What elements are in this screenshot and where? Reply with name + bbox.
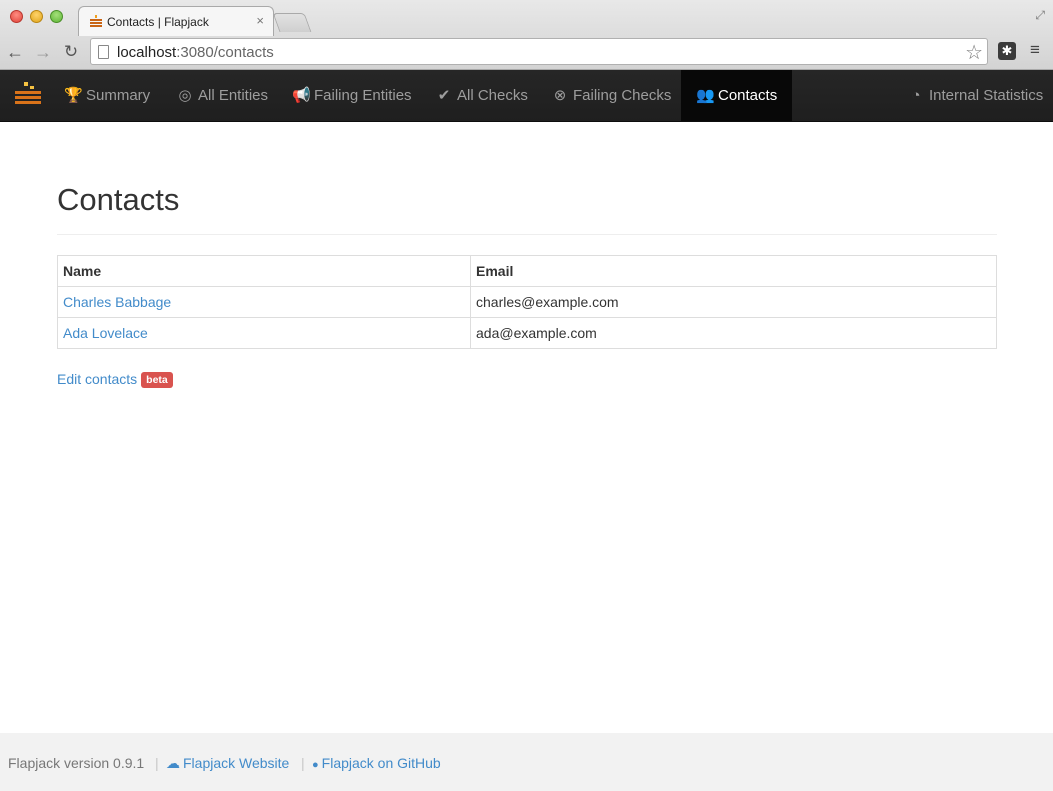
new-tab-button[interactable] bbox=[272, 13, 312, 32]
contact-name-link[interactable]: Charles Babbage bbox=[63, 294, 171, 310]
back-button[interactable]: ← bbox=[4, 41, 26, 63]
flapjack-website-link[interactable]: Flapjack Website bbox=[183, 755, 289, 771]
nav-failing-checks-label: Failing Checks bbox=[573, 87, 672, 104]
nav-contacts[interactable]: 👥 Contacts bbox=[681, 70, 792, 121]
column-header-name: Name bbox=[57, 255, 471, 287]
version-text: Flapjack version 0.9.1 bbox=[8, 755, 145, 771]
beta-badge: beta bbox=[141, 372, 173, 388]
contact-email-cell: ada@example.com bbox=[470, 317, 997, 349]
url-host: localhost bbox=[117, 44, 177, 61]
trophy-icon: 🏆 bbox=[64, 87, 83, 104]
fullscreen-icon[interactable]: ⤢ bbox=[1035, 8, 1045, 23]
check-circle-icon: ✔ bbox=[437, 87, 451, 104]
browser-tab-contacts[interactable]: Contacts | Flapjack × bbox=[78, 6, 274, 36]
footer-separator: | bbox=[155, 755, 159, 771]
top-navbar: 🏆 Summary ◎ All Entities 📢 Failing Entities… bbox=[0, 70, 1053, 122]
nav-contacts-label: Contacts bbox=[718, 87, 778, 104]
contact-email-cell: charles@example.com bbox=[470, 286, 997, 318]
nav-failing-entities[interactable]: 📢 Failing Entities bbox=[292, 70, 412, 121]
address-bar[interactable]: localhost:3080/contacts ☆ bbox=[90, 38, 988, 65]
browser-chrome: Contacts | Flapjack × ⤢ ← → ↻ localhost:… bbox=[0, 0, 1053, 70]
tab-title: Contacts | Flapjack bbox=[107, 15, 209, 29]
nav-summary-label: Summary bbox=[86, 87, 151, 104]
browser-menu-icon[interactable]: ≡ bbox=[1030, 40, 1040, 60]
page-icon bbox=[98, 45, 109, 59]
github-icon: ● bbox=[312, 759, 319, 771]
close-window-button[interactable] bbox=[10, 10, 23, 23]
tab-close-icon[interactable]: × bbox=[256, 13, 264, 28]
bookmark-star-icon[interactable]: ☆ bbox=[965, 40, 983, 65]
table-row: Ada Lovelace ada@example.com bbox=[57, 317, 997, 349]
footer-separator: | bbox=[301, 755, 305, 771]
flapjack-github-link[interactable]: Flapjack on GitHub bbox=[322, 755, 441, 771]
nav-failing-entities-label: Failing Entities bbox=[314, 87, 412, 104]
x-circle-icon: ⊗ bbox=[553, 87, 567, 104]
reload-button[interactable]: ↻ bbox=[60, 41, 82, 63]
nav-all-entities[interactable]: ◎ All Entities bbox=[176, 70, 268, 121]
page-footer: Flapjack version 0.9.1 | ☁ Flapjack Websi… bbox=[0, 733, 1053, 791]
contact-name-cell: Charles Babbage bbox=[57, 286, 471, 318]
extension-icon[interactable]: ✱ bbox=[998, 42, 1016, 60]
table-row: Charles Babbage charles@example.com bbox=[57, 286, 997, 318]
dashboard-icon: ◔ bbox=[911, 87, 921, 104]
flapjack-favicon-icon bbox=[90, 15, 102, 27]
forward-button[interactable]: → bbox=[32, 41, 54, 63]
column-header-email: Email bbox=[470, 255, 997, 287]
nav-failing-checks[interactable]: ⊗ Failing Checks bbox=[551, 70, 672, 121]
group-icon: 👥 bbox=[696, 87, 715, 104]
target-icon: ◎ bbox=[178, 87, 192, 104]
url-text[interactable]: localhost:3080/contacts bbox=[117, 44, 274, 61]
zoom-window-button[interactable] bbox=[50, 10, 63, 23]
nav-internal-statistics[interactable]: ◔ Internal Statistics bbox=[907, 70, 1043, 121]
table-header-row: Name Email bbox=[57, 255, 997, 287]
nav-summary[interactable]: 🏆 Summary bbox=[64, 70, 150, 121]
title-divider bbox=[57, 234, 997, 235]
nav-all-entities-label: All Entities bbox=[198, 87, 269, 104]
contact-name-link[interactable]: Ada Lovelace bbox=[63, 325, 148, 341]
flapjack-logo-icon[interactable] bbox=[14, 80, 42, 108]
contacts-table: Name Email Charles Babbage charles@examp… bbox=[57, 255, 997, 349]
cloud-icon: ☁ bbox=[166, 755, 180, 771]
edit-contacts-link[interactable]: Edit contacts bbox=[57, 371, 137, 387]
page-title: Contacts bbox=[57, 182, 180, 217]
nav-all-checks-label: All Checks bbox=[457, 87, 528, 104]
github-link-wrapper: ● Flapjack on GitHub bbox=[312, 755, 441, 771]
edit-contacts-row: Edit contacts beta bbox=[57, 371, 173, 388]
contact-name-cell: Ada Lovelace bbox=[57, 317, 471, 349]
minimize-window-button[interactable] bbox=[30, 10, 43, 23]
nav-internal-statistics-label: Internal Statistics bbox=[929, 87, 1044, 104]
url-path: :3080/contacts bbox=[176, 44, 274, 61]
website-link-wrapper: ☁ Flapjack Website bbox=[166, 755, 289, 772]
nav-all-checks[interactable]: ✔ All Checks bbox=[435, 70, 528, 121]
bullhorn-icon: 📢 bbox=[292, 87, 311, 104]
